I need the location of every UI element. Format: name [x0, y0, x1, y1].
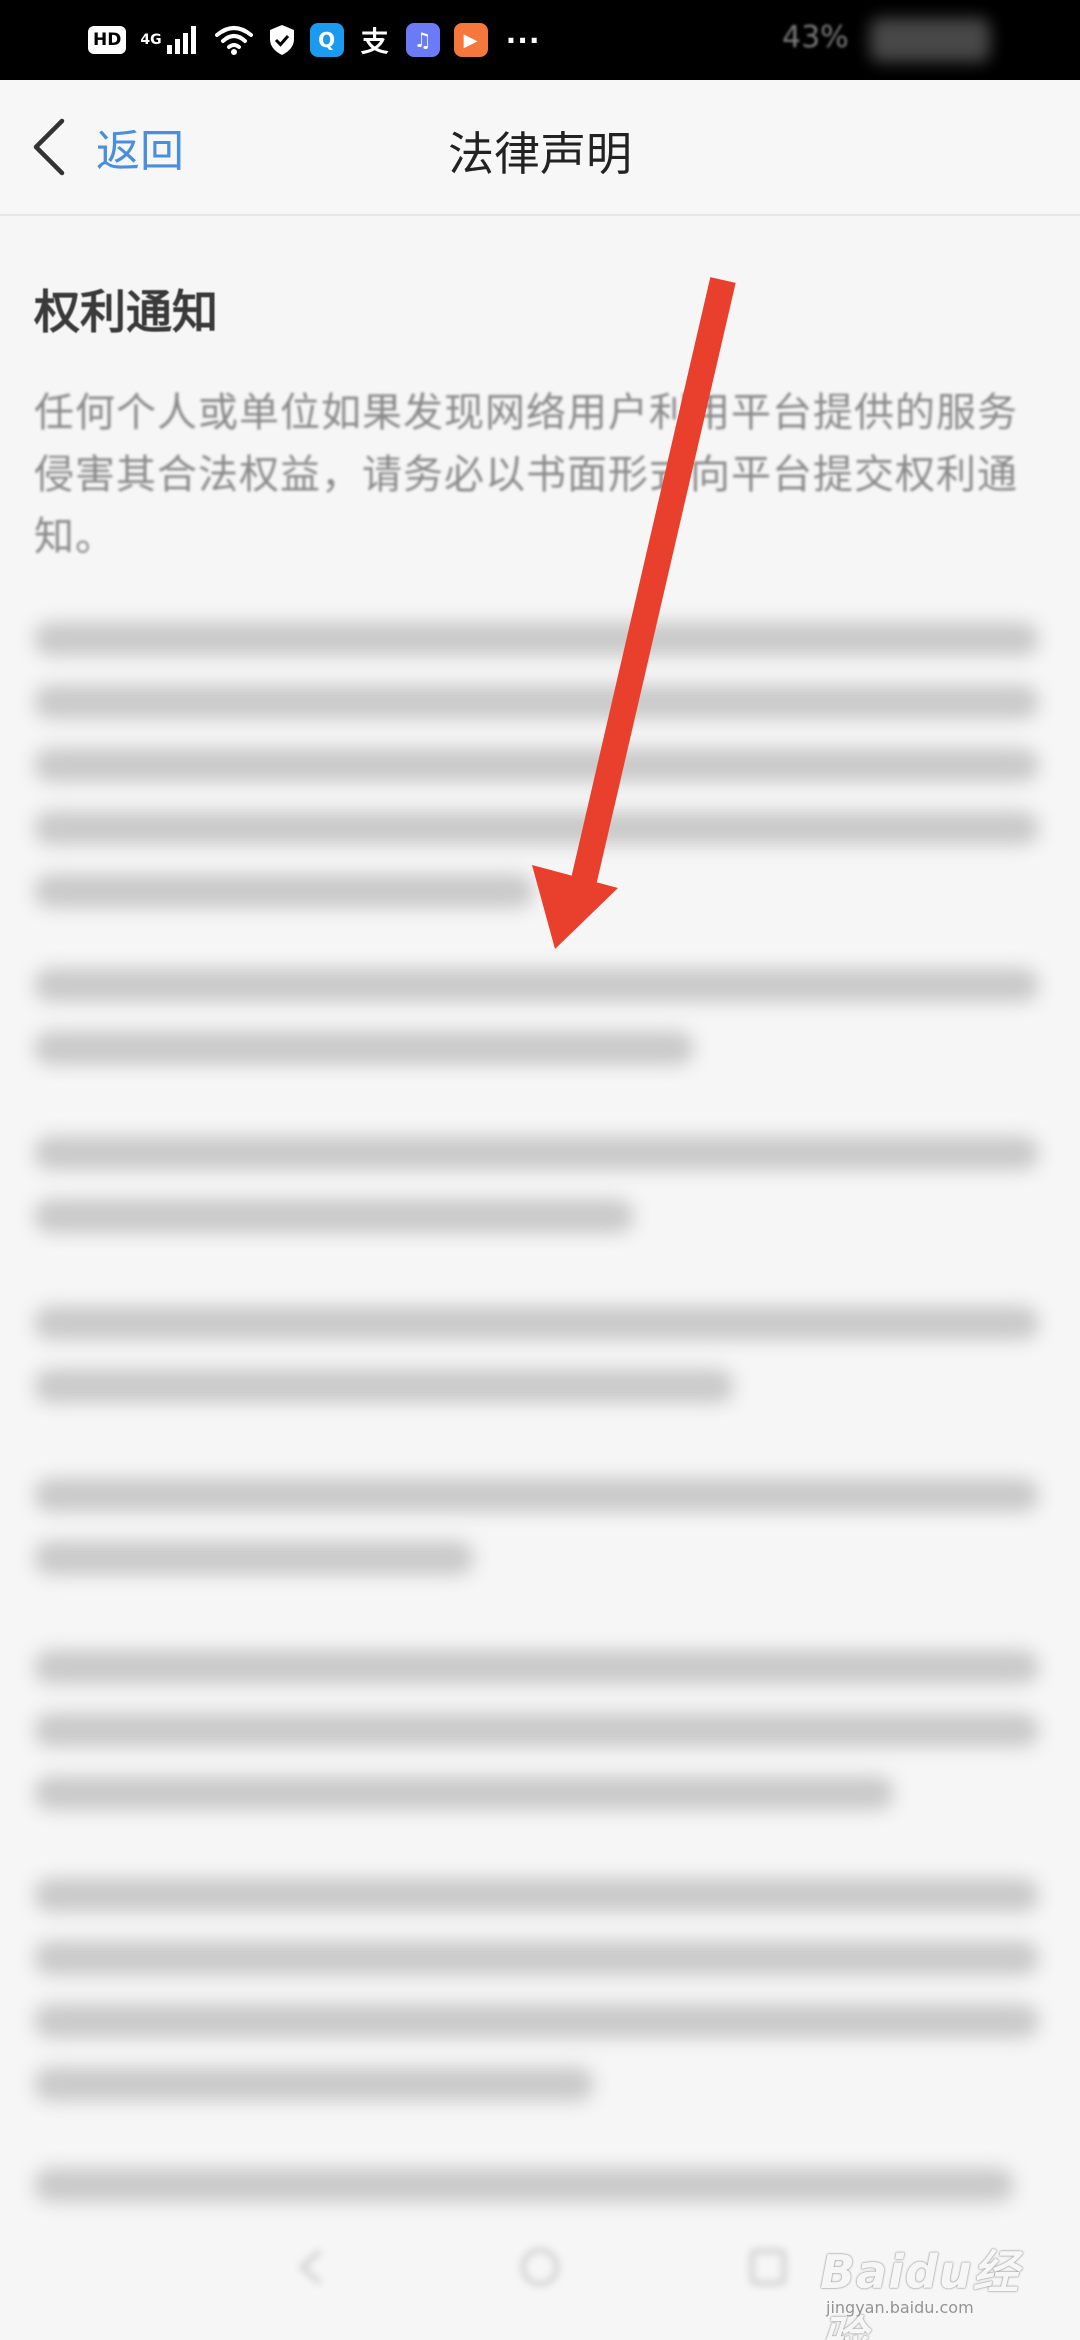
wifi-icon — [214, 22, 254, 58]
blurred-paragraph — [34, 622, 1044, 937]
signal-icon — [166, 22, 200, 58]
shield-icon — [268, 22, 296, 58]
more-notifications-icon: ··· — [505, 23, 541, 57]
music-app-icon: ♫ — [405, 23, 440, 57]
blurred-paragraph — [34, 1650, 1044, 1839]
video-app-glyph: ▶ — [463, 29, 478, 51]
blurred-paragraph — [34, 1478, 1044, 1604]
watermark-logo: Baidu经验 — [820, 2245, 1020, 2340]
screen: HD 4G Q 支 ♫ ▶ ··· 43% 返回 法律声明 权利通知 任何个人或… — [0, 0, 1080, 2340]
music-app-glyph: ♫ — [413, 28, 432, 52]
blurred-paragraph — [34, 1878, 1044, 2130]
hd-icon: HD — [88, 26, 127, 54]
baidu-watermark: Baidu经验 jingyan.baidu.com — [820, 2232, 1040, 2340]
search-app-icon: Q — [309, 23, 344, 57]
status-bar: HD 4G Q 支 ♫ ▶ ··· 43% — [0, 0, 1080, 80]
section-heading: 权利通知 — [34, 285, 218, 339]
blurred-paragraph — [34, 1306, 1044, 1432]
nav-back-icon — [290, 2245, 334, 2289]
nav-bar: 返回 法律声明 — [0, 80, 1080, 216]
battery-percentage: 43% — [782, 20, 849, 55]
nav-recents-icon — [746, 2245, 790, 2289]
battery-icon — [870, 18, 990, 62]
page-title: 法律声明 — [448, 127, 632, 181]
intro-paragraph: 任何个人或单位如果发现网络用户利用平台提供的服务侵害其合法权益，请务必以书面形式… — [34, 390, 1018, 560]
status-icons: HD 4G Q 支 ♫ ▶ ··· — [88, 20, 541, 60]
search-app-glyph: Q — [318, 28, 336, 52]
network-type-label: 4G — [140, 32, 162, 48]
nav-home-icon — [518, 2245, 562, 2289]
legal-content[interactable]: 权利通知 任何个人或单位如果发现网络用户利用平台提供的服务侵害其合法权益，请务必… — [0, 216, 1080, 2340]
watermark-url: jingyan.baidu.com — [826, 2298, 974, 2317]
blurred-paragraph — [34, 2168, 1044, 2231]
blurred-paragraph — [34, 968, 1044, 1094]
alipay-app-icon: 支 — [358, 23, 392, 58]
video-app-icon: ▶ — [453, 23, 488, 57]
alipay-app-glyph: 支 — [360, 25, 389, 58]
blurred-paragraph — [34, 1136, 1044, 1262]
